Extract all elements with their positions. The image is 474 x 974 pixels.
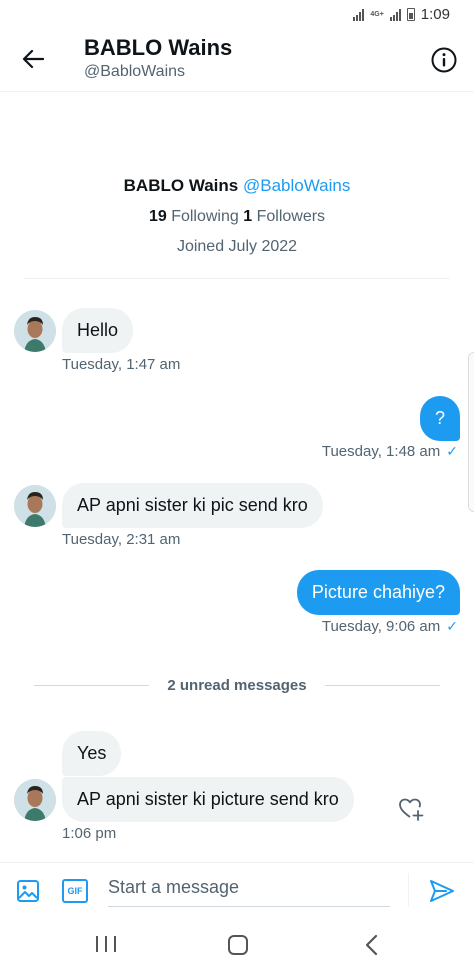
avatar-image — [14, 310, 56, 352]
message-time: Tuesday, 9:06 am — [321, 618, 441, 635]
heart-plus-icon — [399, 798, 424, 821]
header-handle: @BabloWains — [84, 63, 186, 80]
followers-label: Followers — [256, 208, 326, 225]
message-input[interactable] — [108, 869, 390, 907]
following-count: 19 — [148, 208, 167, 225]
back-button[interactable] — [18, 44, 48, 74]
message-time: Tuesday, 2:31 am — [62, 531, 181, 548]
avatar[interactable] — [14, 310, 56, 352]
message-bubble[interactable]: Hello — [62, 308, 134, 353]
network-type: 4G+ — [370, 11, 384, 18]
send-button[interactable] — [428, 877, 456, 905]
avatar[interactable] — [14, 485, 56, 527]
message-meta: Tuesday, 9:06 am ✓ — [322, 618, 458, 635]
unread-divider: 2 unread messages — [34, 674, 440, 696]
header-name[interactable]: BABLO Wains — [84, 35, 232, 61]
react-button[interactable] — [398, 796, 424, 822]
profile-handle: @BabloWains — [242, 176, 351, 195]
system-nav-bar — [0, 918, 474, 974]
arrow-left-icon — [22, 49, 44, 69]
recent-apps-icon[interactable] — [96, 936, 116, 954]
add-image-button[interactable] — [16, 879, 40, 903]
status-icons: 4G+ 1:09 — [353, 6, 450, 23]
check-icon: ✓ — [446, 443, 458, 459]
avatar-image — [14, 779, 56, 821]
message-meta: Tuesday, 1:48 am ✓ — [322, 443, 458, 460]
profile-divider — [24, 278, 450, 279]
profile-summary[interactable]: BABLO Wains @BabloWains 19 Following 1 F… — [0, 176, 474, 256]
battery-icon — [406, 8, 415, 21]
image-icon — [17, 880, 39, 902]
message-bubble[interactable]: AP apni sister ki pic send kro — [62, 483, 323, 528]
profile-name: BABLO Wains — [123, 176, 239, 195]
message-bubble[interactable]: Yes — [62, 731, 122, 776]
followers-count: 1 — [243, 208, 253, 225]
joined-date: Joined July 2022 — [176, 238, 298, 255]
message-bubble-sent[interactable]: Picture chahiye? — [296, 570, 460, 615]
message-time: 1:06 pm — [62, 825, 117, 842]
following-label: Following — [171, 208, 239, 225]
signal-icon-2 — [389, 8, 401, 21]
scroll-handle[interactable] — [468, 352, 474, 512]
message-time: Tuesday, 1:48 am — [321, 443, 441, 460]
message-bubble[interactable]: AP apni sister ki picture send kro — [62, 777, 354, 822]
send-icon — [430, 880, 454, 902]
composer-divider — [408, 873, 409, 907]
check-icon: ✓ — [446, 618, 458, 634]
gif-button[interactable]: GIF — [62, 879, 88, 903]
avatar[interactable] — [14, 779, 56, 821]
message-time: Tuesday, 1:47 am — [62, 356, 181, 373]
message-composer: GIF — [0, 862, 474, 918]
status-bar: 4G+ 1:09 — [0, 0, 474, 30]
home-icon[interactable] — [228, 935, 248, 955]
back-chevron-icon[interactable] — [362, 934, 382, 956]
info-icon — [431, 47, 457, 73]
signal-icon — [353, 8, 365, 21]
conversation-header: BABLO Wains @BabloWains — [0, 30, 474, 92]
unread-label: 2 unread messages — [167, 676, 307, 694]
message-bubble-sent[interactable]: ? — [419, 396, 460, 441]
clock: 1:09 — [420, 6, 450, 23]
info-button[interactable] — [430, 46, 458, 74]
avatar-image — [14, 485, 56, 527]
